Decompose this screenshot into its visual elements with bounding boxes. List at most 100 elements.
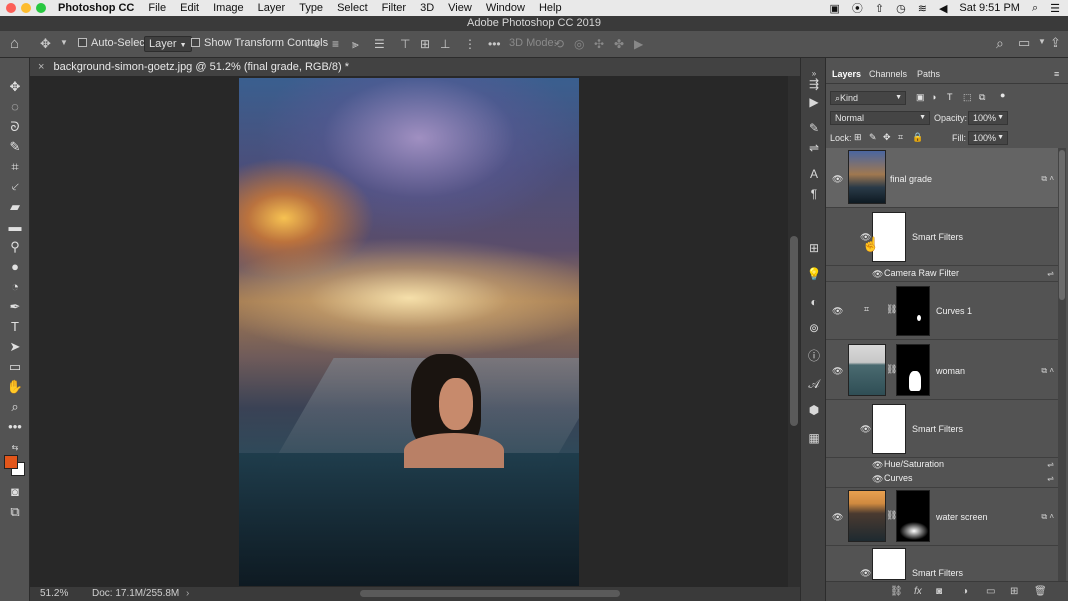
document-image[interactable] (239, 78, 579, 586)
layer-row-curves-1[interactable]: 👁 ⌗ ⛓ Curves 1 (826, 282, 1058, 340)
rectangle-tool-icon[interactable]: ▭ (6, 358, 24, 376)
close-tab-icon[interactable]: × (38, 61, 44, 73)
menu-3d[interactable]: 3D (420, 2, 434, 14)
cc-libraries-icon[interactable]: ⊚ (806, 320, 822, 336)
spotlight-search-icon[interactable]: ⌕ (1032, 2, 1038, 15)
foreground-color-swatch[interactable] (4, 455, 18, 469)
align-bottom-icon[interactable]: ⊥ (440, 37, 450, 51)
new-group-icon[interactable]: ▭ (986, 586, 995, 597)
zoom-level[interactable]: 51.2% (40, 587, 68, 601)
pen-tool-icon[interactable]: ✒ (6, 298, 24, 316)
menu-layer[interactable]: Layer (258, 2, 286, 14)
blend-mode-dropdown[interactable]: Normal ▼ (830, 111, 930, 125)
move-tool-preset-icon[interactable]: ✥ (40, 36, 51, 52)
3d-roll-icon[interactable]: ◎ (574, 37, 584, 51)
path-selection-tool-icon[interactable]: ➤ (6, 338, 24, 356)
layer-row-camera-raw-filter[interactable]: 👁 Camera Raw Filter ⇌ (826, 266, 1058, 282)
menu-view[interactable]: View (448, 2, 472, 14)
filter-toggle-icon[interactable]: ● (1000, 90, 1005, 100)
layer-name[interactable]: Curves 1 (936, 306, 972, 316)
3d-panel-icon[interactable]: ⬢ (806, 402, 822, 418)
3d-rotate-icon[interactable]: ⟲ (554, 37, 564, 51)
edit-toolbar-icon[interactable]: ••• (6, 418, 24, 436)
glyphs-panel-icon[interactable]: 𝒜 (806, 376, 822, 392)
swatches-panel-icon[interactable]: ⊞ (806, 240, 822, 256)
visibility-eye-icon[interactable]: 👁 (872, 269, 884, 279)
layer-row-final-grade[interactable]: 👁 final grade ⧉ ˄ (826, 148, 1058, 208)
distribute-vertical-icon[interactable]: ⋮ (464, 37, 476, 51)
add-layer-style-icon[interactable]: fx (914, 586, 922, 597)
healing-brush-tool-icon[interactable]: ▰ (6, 198, 24, 216)
delete-layer-icon[interactable]: 🗑 (1034, 586, 1047, 597)
status-menu-arrow-icon[interactable]: › (186, 587, 189, 601)
visibility-eye-icon[interactable]: 👁 (832, 366, 844, 376)
layer-name[interactable]: Hue/Saturation (884, 459, 944, 469)
add-mask-icon[interactable]: ◙ (936, 586, 942, 597)
tab-paths[interactable]: Paths (917, 69, 940, 79)
lock-image-icon[interactable]: ✎ (869, 132, 877, 143)
filter-smart-object-icon[interactable]: ⧉ (979, 92, 985, 103)
visibility-eye-icon[interactable]: 👁 (832, 174, 844, 184)
panel-menu-icon[interactable]: ≡ (1054, 69, 1059, 79)
dodge-tool-icon[interactable]: ◔ (6, 278, 24, 296)
distribute-icon[interactable]: ☰ (374, 37, 385, 51)
menu-list-icon[interactable]: ☰ (1050, 2, 1060, 15)
3d-slide-icon[interactable]: ✤ (614, 37, 624, 51)
share-icon[interactable]: ⇪ (1050, 35, 1061, 51)
show-transform-controls-checkbox[interactable]: Show Transform Controls (191, 37, 328, 49)
paragraph-panel-icon[interactable]: ¶ (806, 186, 822, 202)
new-layer-icon[interactable]: ⊞ (1010, 586, 1018, 597)
minimize-window-button[interactable] (21, 3, 31, 13)
layer-row-hue-saturation[interactable]: 👁 Hue/Saturation ⇌ (826, 458, 1058, 472)
chevron-down-icon[interactable]: ▼ (60, 38, 68, 47)
layer-name[interactable]: Smart Filters (912, 424, 963, 434)
filter-shape-icon[interactable]: ⬚ (963, 92, 972, 103)
align-vertical-center-icon[interactable]: ⊞ (420, 37, 430, 51)
vertical-scrollbar[interactable] (788, 76, 800, 587)
tab-channels[interactable]: Channels (869, 69, 907, 79)
adjustments-panel-icon[interactable]: ⇌ (806, 140, 822, 156)
lock-position-icon[interactable]: ✥ (883, 132, 891, 143)
blur-tool-icon[interactable]: ● (6, 258, 24, 276)
move-tool-icon[interactable]: ✥ (6, 78, 24, 96)
brush-tool-icon[interactable]: ▬ (6, 218, 24, 236)
brush-panel-icon[interactable]: ✎ (806, 120, 822, 136)
menu-select[interactable]: Select (337, 2, 368, 14)
menu-help[interactable]: Help (539, 2, 562, 14)
visibility-eye-icon[interactable]: 👁 (832, 512, 844, 522)
layer-name[interactable]: Curves (884, 473, 913, 483)
lock-all-icon[interactable]: 🔒 (912, 132, 923, 143)
opacity-input[interactable]: 100% ▼ (968, 111, 1008, 125)
search-icon[interactable]: ⌕ (996, 35, 1004, 52)
quick-mask-icon[interactable]: ◙ (6, 483, 24, 501)
filter-pixel-icon[interactable]: ▣ (916, 92, 925, 103)
layer-name[interactable]: Smart Filters (912, 232, 963, 242)
workspace-chevron-icon[interactable]: ▼ (1038, 37, 1046, 46)
filter-options-icon[interactable]: ⇌ (1047, 460, 1054, 469)
layer-row-smart-filters[interactable]: 👁 Smart Filters (826, 546, 1058, 580)
3d-camera-icon[interactable]: ▶ (634, 37, 643, 51)
document-size[interactable]: Doc: 17.1M/255.8M (92, 587, 179, 601)
fill-input[interactable]: 100% ▼ (968, 131, 1008, 145)
layer-row-smart-filters[interactable]: 👁 Smart Filters ☝ (826, 208, 1058, 266)
close-window-button[interactable] (6, 3, 16, 13)
libraries-panel-icon[interactable]: 💡 (806, 266, 822, 282)
info-panel-icon[interactable]: ⓘ (806, 348, 822, 364)
link-layers-icon[interactable]: ⛓ (890, 586, 903, 597)
auto-select-checkbox[interactable]: Auto-Select: (78, 37, 151, 49)
zoom-window-button[interactable] (36, 3, 46, 13)
lock-transparent-icon[interactable]: ⊞ (854, 132, 862, 143)
align-top-icon[interactable]: ⊤ (400, 37, 410, 51)
camera-status-icon[interactable]: ▣ (829, 2, 839, 15)
layer-row-curves[interactable]: 👁 Curves ⇌ (826, 472, 1058, 488)
canvas-area[interactable] (30, 76, 800, 587)
visibility-eye-icon[interactable]: 👁 (872, 460, 884, 470)
zoom-tool-icon[interactable]: ⌕ (6, 398, 24, 416)
clone-stamp-tool-icon[interactable]: ⚲ (6, 238, 24, 256)
layers-scrollbar[interactable] (1058, 148, 1066, 588)
timeline-panel-icon[interactable]: ▦ (806, 430, 822, 446)
smart-filter-expand-icon[interactable]: ⧉ ˄ (1041, 174, 1054, 184)
upload-icon[interactable]: ⇧ (875, 2, 884, 15)
history-icon[interactable]: ◷ (896, 2, 906, 15)
filter-adjustment-icon[interactable]: ◑ (931, 92, 936, 102)
